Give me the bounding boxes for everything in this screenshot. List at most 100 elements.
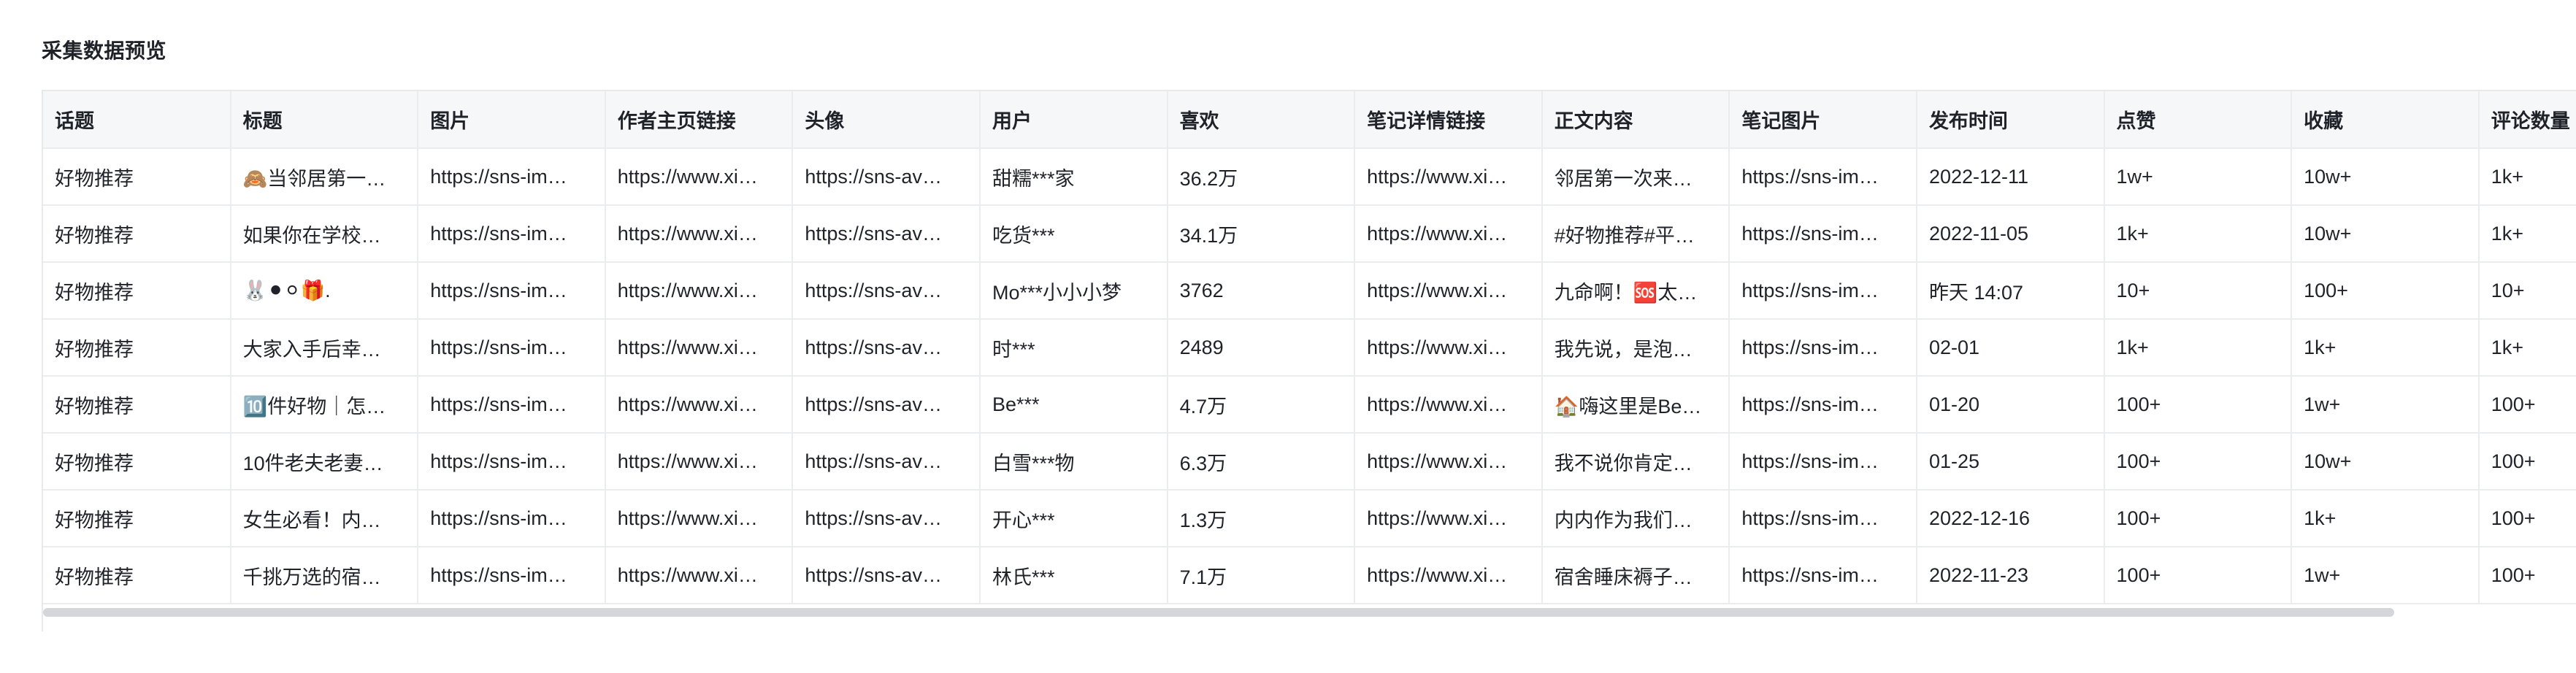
table-cell: 好物推荐 — [43, 205, 231, 263]
table-cell: 100+ — [2478, 490, 2576, 547]
table-cell: 好物推荐 — [43, 490, 231, 547]
table-cell: https://sns-im… — [418, 319, 606, 377]
table-cell: 6.3万 — [1167, 433, 1356, 491]
table-cell: 2022-11-23 — [1916, 547, 2105, 604]
table-cell: 34.1万 — [1167, 205, 1356, 263]
table-cell: 1w+ — [2291, 376, 2480, 434]
column-header: 收藏 — [2291, 91, 2480, 149]
table-cell: 我先说，是泡… — [1541, 319, 1730, 377]
table-cell: 4.7万 — [1167, 376, 1356, 434]
table-cell: https://www.xi… — [1354, 433, 1543, 491]
table-cell: Mo***小小小梦 — [979, 262, 1168, 320]
table-cell: 如果你在学校… — [230, 205, 419, 263]
table-cell: 2022-12-11 — [1916, 148, 2105, 206]
table-cell: 好物推荐 — [43, 148, 231, 206]
table-cell: 1k+ — [2291, 319, 2480, 377]
table-cell: https://sns-im… — [418, 376, 606, 434]
table-cell: 内内作为我们… — [1541, 490, 1730, 547]
table-cell: https://www.xi… — [605, 205, 794, 263]
table-cell: 邻居第一次来… — [1541, 148, 1730, 206]
table-cell: 10件老夫老妻… — [230, 433, 419, 491]
table-row: 好物推荐 女生必看！内… https://sns-im… https://www.xi… — [43, 490, 2576, 547]
table-cell: https://sns-im… — [1729, 433, 1917, 491]
table-row: 好物推荐 如果你在学校… https://sns-im… https://www.xi… — [43, 205, 2576, 263]
table-cell: 100+ — [2478, 376, 2576, 434]
table-cell: 林氏*** — [979, 547, 1168, 604]
column-header: 笔记图片 — [1729, 91, 1917, 149]
table-cell: 好物推荐 — [43, 547, 231, 604]
page-title: 采集数据预览 — [42, 39, 167, 62]
table-cell: 宿舍睡床褥子… — [1541, 547, 1730, 604]
table-cell: https://sns-av… — [792, 148, 981, 206]
table-cell: 1.3万 — [1167, 490, 1356, 547]
table-cell: https://www.xi… — [1354, 490, 1543, 547]
column-header: 发布时间 — [1916, 91, 2105, 149]
table-cell: 1k+ — [2291, 490, 2480, 547]
horizontal-scrollbar[interactable] — [43, 608, 2533, 618]
table-cell: 1w+ — [2291, 547, 2480, 604]
table-cell: 2022-11-05 — [1916, 205, 2105, 263]
column-header: 用户 — [979, 91, 1168, 149]
data-preview-table-viewport[interactable]: 话题 标题 图片 作者主页链接 头像 用户 喜欢 笔记详情链接 正文内容 笔记图片 发布时间 点赞 收藏… — [42, 90, 2576, 631]
table-cell: https://sns-im… — [1729, 262, 1917, 320]
table-cell: 10w+ — [2291, 148, 2480, 206]
column-header: 评论数量 — [2478, 91, 2576, 149]
column-header: 图片 — [418, 91, 606, 149]
column-header: 喜欢 — [1167, 91, 1356, 149]
table-cell: 2022-12-16 — [1916, 490, 2105, 547]
column-header: 正文内容 — [1541, 91, 1730, 149]
table-cell: 甜糯***家 — [979, 148, 1168, 206]
table-cell: 🙈当邻居第一… — [230, 148, 419, 206]
table-cell: 好物推荐 — [43, 262, 231, 320]
table-cell: 36.2万 — [1167, 148, 1356, 206]
table-cell: https://www.xi… — [605, 490, 794, 547]
data-preview-table: 话题 标题 图片 作者主页链接 头像 用户 喜欢 笔记详情链接 正文内容 笔记图片 发布时间 点赞 收藏… — [43, 91, 2576, 604]
table-cell: 10w+ — [2291, 433, 2480, 491]
table-cell: https://sns-im… — [1729, 547, 1917, 604]
table-cell: #好物推荐#平… — [1541, 205, 1730, 263]
table-cell: https://www.xi… — [1354, 148, 1543, 206]
table-row: 好物推荐 🔟件好物｜怎… https://sns-im… https://www.xi… — [43, 376, 2576, 434]
table-row: 好物推荐 🐰⚫⚪🎁. https://sns-im… https://www.xi… h… — [43, 262, 2576, 320]
column-header: 头像 — [792, 91, 981, 149]
table-cell: https://www.xi… — [605, 262, 794, 320]
table-cell: https://sns-im… — [418, 433, 606, 491]
table-cell: https://www.xi… — [605, 376, 794, 434]
table-header-row: 话题 标题 图片 作者主页链接 头像 用户 喜欢 笔记详情链接 正文内容 笔记图片 发布时间 点赞 收藏… — [43, 91, 2576, 149]
table-cell: 1k+ — [2104, 205, 2293, 263]
table-cell: https://sns-im… — [418, 490, 606, 547]
table-cell: https://sns-av… — [792, 547, 981, 604]
table-row: 好物推荐 大家入手后幸… https://sns-im… https://www.xi… — [43, 319, 2576, 377]
column-header: 笔记详情链接 — [1354, 91, 1543, 149]
table-cell: https://www.xi… — [605, 319, 794, 377]
table-cell: https://sns-av… — [792, 376, 981, 434]
table-cell: 🏠嗨这里是Be… — [1541, 376, 1730, 434]
table-cell: 2489 — [1167, 319, 1356, 377]
table-cell: 🐰⚫⚪🎁. — [230, 262, 419, 320]
table-cell: 昨天 14:07 — [1916, 262, 2105, 320]
table-cell: https://sns-av… — [792, 205, 981, 263]
table-cell: https://sns-im… — [1729, 490, 1917, 547]
table-cell: 好物推荐 — [43, 376, 231, 434]
horizontal-scrollbar-thumb[interactable] — [43, 608, 2394, 617]
table-cell: 1w+ — [2104, 148, 2293, 206]
table-cell: 好物推荐 — [43, 319, 231, 377]
table-cell: 100+ — [2104, 547, 2293, 604]
table-cell: 10+ — [2104, 262, 2293, 320]
table-cell: https://www.xi… — [1354, 205, 1543, 263]
table-cell: 100+ — [2104, 376, 2293, 434]
table-cell: https://sns-av… — [792, 433, 981, 491]
table-cell: https://www.xi… — [1354, 547, 1543, 604]
table-cell: 我不说你肯定… — [1541, 433, 1730, 491]
table-cell: https://sns-av… — [792, 490, 981, 547]
table-cell: https://www.xi… — [1354, 319, 1543, 377]
table-cell: https://sns-im… — [1729, 148, 1917, 206]
table-cell: 7.1万 — [1167, 547, 1356, 604]
column-header: 话题 — [43, 91, 231, 149]
table-cell: 女生必看！内… — [230, 490, 419, 547]
table-row: 好物推荐 10件老夫老妻… https://sns-im… https://www.x… — [43, 433, 2576, 491]
table-cell: 大家入手后幸… — [230, 319, 419, 377]
table-cell: 好物推荐 — [43, 433, 231, 491]
table-cell: 01-25 — [1916, 433, 2105, 491]
table-cell: 02-01 — [1916, 319, 2105, 377]
